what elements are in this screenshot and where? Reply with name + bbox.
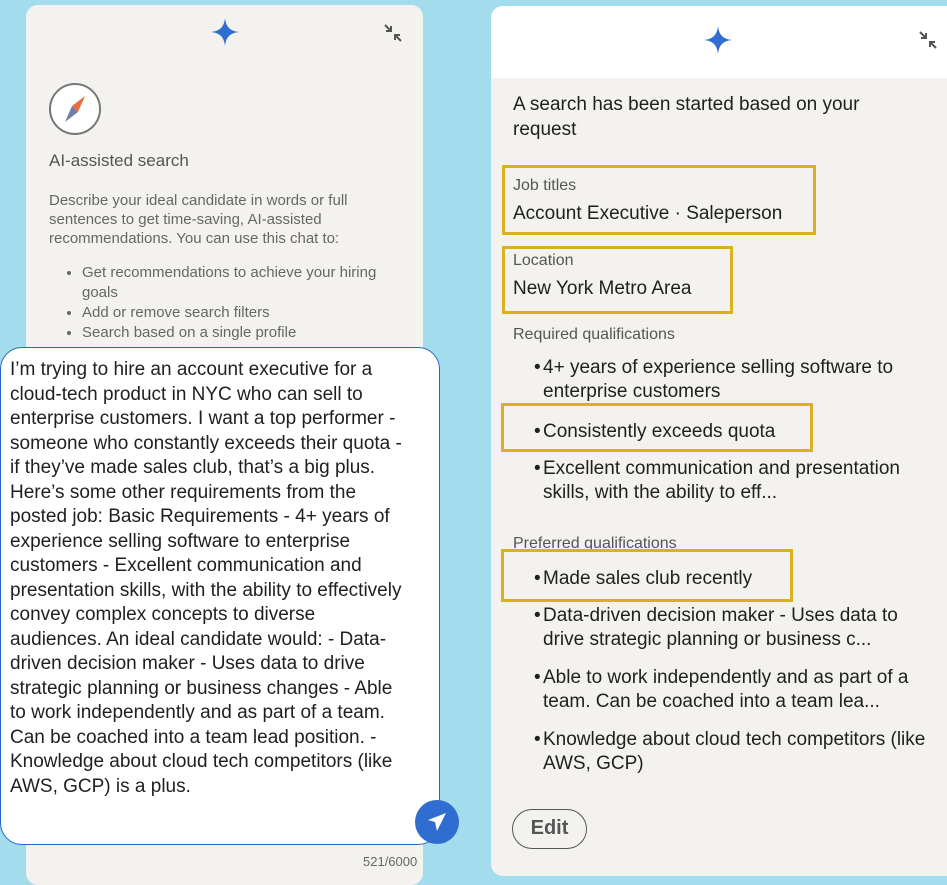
list-item: Get recommendations to achieve your hiri… — [82, 263, 416, 303]
send-icon — [428, 813, 446, 831]
list-item: 4+ years of experience selling software … — [534, 356, 938, 404]
job-titles-label: Job titles — [513, 177, 577, 194]
send-button[interactable] — [415, 800, 459, 844]
sparkle-icon — [211, 18, 239, 46]
list-item: Consistently exceeds quota — [534, 420, 938, 444]
ai-search-description: Describe your ideal candidate in words o… — [49, 192, 348, 247]
sparkle-icon — [704, 26, 732, 54]
collapse-icon[interactable] — [918, 30, 938, 50]
prompt-input[interactable]: I’m trying to hire an account executive … — [0, 347, 459, 845]
panel-header — [491, 6, 947, 78]
character-counter: 521/6000 — [363, 854, 418, 869]
collapse-icon[interactable] — [383, 23, 403, 43]
list-item: Knowledge about cloud tech competitors (… — [534, 728, 938, 776]
location-label: Location — [513, 252, 574, 269]
ai-capabilities-list: Get recommendations to achieve your hiri… — [49, 263, 416, 343]
job-titles-value: Account Executive · Saleperson — [513, 203, 783, 224]
search-summary-panel: A search has been started based on your … — [491, 6, 947, 876]
list-item: Data-driven decision maker - Uses data t… — [534, 604, 938, 652]
list-item: Able to work independently and as part o… — [534, 666, 938, 714]
edit-button[interactable]: Edit — [512, 809, 587, 849]
panel-header — [26, 5, 423, 65]
list-item: Add or remove search filters — [82, 303, 416, 323]
location-value: New York Metro Area — [513, 278, 692, 299]
ai-search-title: AI-assisted search — [49, 151, 189, 170]
search-started-message: A search has been started based on your … — [513, 94, 860, 140]
compass-icon — [49, 83, 101, 135]
prompt-text[interactable]: I’m trying to hire an account executive … — [10, 358, 410, 799]
list-item: Search based on a single profile — [82, 323, 416, 343]
required-qualifications-label: Required qualifications — [513, 326, 675, 343]
list-item: Made sales club recently — [534, 567, 938, 591]
list-item: Excellent communication and presentation… — [534, 457, 938, 505]
